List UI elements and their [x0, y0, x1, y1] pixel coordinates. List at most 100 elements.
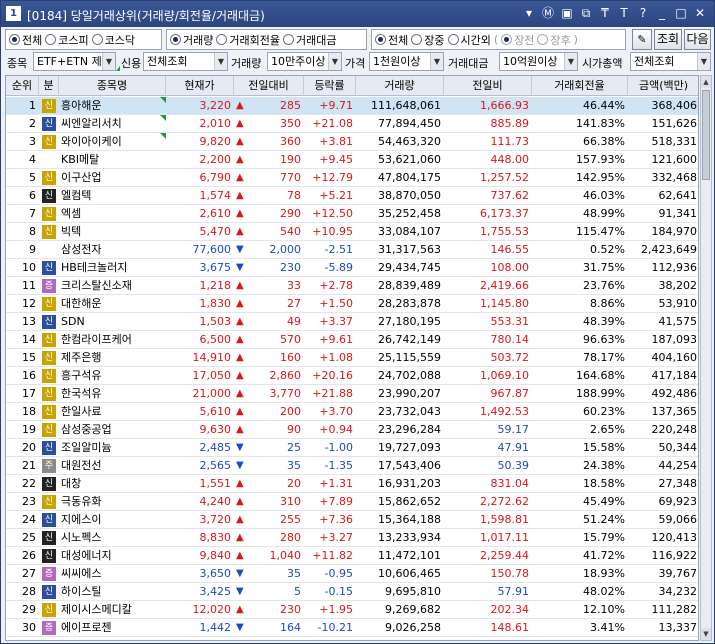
scroll-down-icon[interactable]: ▼: [701, 628, 711, 640]
chevron-down-icon[interactable]: ▼: [430, 53, 443, 70]
table-row[interactable]: 5 신 이구산업 6,790 ▲ 770 +12.79 47,804,175 1,257.52 1…: [6, 169, 698, 187]
cell-name[interactable]: 대성에너지: [61, 547, 166, 565]
radio-market-kosdaq[interactable]: 코스닥: [91, 32, 135, 48]
cap-select[interactable]: 전체조회 ▼: [630, 52, 711, 71]
table-row[interactable]: 6 신 엘컴텍 1,574 ▲ 78 +5.21 38,870,050 737.62 46.03%…: [6, 187, 698, 205]
table-row[interactable]: 23 신 극동유화 4,240 ▲ 310 +7.89 15,862,652 2,272.62 4…: [6, 493, 698, 511]
cell-name[interactable]: KBI메탈: [61, 151, 166, 169]
credit-select[interactable]: 전체조회 ▼: [143, 52, 228, 71]
header-rank[interactable]: 순위: [6, 76, 39, 96]
radio-circle[interactable]: [282, 34, 294, 45]
minimize-icon[interactable]: _: [654, 5, 670, 22]
table-row[interactable]: 28 신 하이스틸 3,425 ▼ 5 -0.15 9,695,810 57.91 48.02% 3…: [6, 583, 698, 601]
radio-sort-volume[interactable]: 거래량: [170, 32, 213, 48]
radio-session-afterhours[interactable]: 시간외: [447, 32, 491, 48]
header-volume[interactable]: 거래량: [356, 76, 444, 96]
cell-name[interactable]: 와이아이케이: [61, 133, 166, 151]
table-row[interactable]: 13 신 SDN 1,503 ▲ 49 +3.37 27,180,195 553.31 48.39…: [6, 313, 698, 331]
cell-name[interactable]: 제이시스메디칼: [61, 601, 166, 619]
cell-name[interactable]: 흥구석유: [61, 367, 166, 385]
cell-name[interactable]: 엑셈: [61, 205, 166, 223]
radio-sort-amount[interactable]: 거래대금: [282, 32, 336, 48]
m-icon[interactable]: Ⓜ: [540, 5, 556, 22]
amount-select[interactable]: 10억원이상 ▼: [499, 52, 578, 71]
scroll-thumb[interactable]: [702, 90, 710, 180]
cell-name[interactable]: 씨씨에스: [61, 565, 166, 583]
tile-icon[interactable]: ▣: [559, 5, 575, 22]
cell-name[interactable]: 엘컴텍: [61, 187, 166, 205]
radio-circle[interactable]: [447, 34, 459, 45]
help-icon[interactable]: ?: [635, 5, 651, 22]
cell-name[interactable]: 대창: [61, 475, 166, 493]
radio-circle[interactable]: [216, 34, 228, 45]
cell-name[interactable]: 삼성중공업: [61, 421, 166, 439]
header-type[interactable]: 분: [39, 76, 59, 96]
radio-sort-turnover[interactable]: 거래회전율: [216, 32, 280, 48]
cell-name[interactable]: 대한해운: [61, 295, 166, 313]
table-row[interactable]: 16 신 흥구석유 17,050 ▲ 2,860 +20.16 24,702,088 1,069…: [6, 367, 698, 385]
table-row[interactable]: 14 신 한컴라이프케어 6,500 ▲ 570 +9.61 26,742,149 780.14…: [6, 331, 698, 349]
cell-name[interactable]: 이구산업: [61, 169, 166, 187]
volume-select[interactable]: 10만주이상 ▼: [267, 52, 342, 71]
cell-name[interactable]: 크리스탈신소재: [61, 277, 166, 295]
chevron-down-icon[interactable]: ▼: [214, 53, 227, 70]
table-row[interactable]: 7 신 엑셈 2,610 ▲ 290 +12.50 35,252,458 6,173.37 48.…: [6, 205, 698, 223]
cell-name[interactable]: 한일사료: [61, 403, 166, 421]
scroll-up-icon[interactable]: ▲: [701, 76, 711, 88]
table-row[interactable]: 21 주 대원전선 2,565 ▼ 35 -1.35 17,543,406 50.39 24.38…: [6, 457, 698, 475]
cell-name[interactable]: 삼성전자: [61, 241, 166, 259]
close-icon[interactable]: ✕: [692, 5, 708, 22]
copy-icon[interactable]: ⧉: [578, 5, 594, 22]
cell-name[interactable]: 한컴라이프케어: [61, 331, 166, 349]
radio-circle[interactable]: [537, 34, 549, 45]
cell-name[interactable]: 흥아해운: [61, 97, 166, 115]
cell-name[interactable]: 극동유화: [61, 493, 166, 511]
query-button[interactable]: 조회: [654, 29, 682, 50]
header-name[interactable]: 종목명: [59, 76, 166, 96]
cell-name[interactable]: 빅텍: [61, 223, 166, 241]
next-button[interactable]: 다음: [684, 29, 711, 50]
cell-name[interactable]: 지에스이: [61, 511, 166, 529]
radio-market-all[interactable]: 전체: [9, 32, 42, 48]
chevron-down-icon[interactable]: ▼: [697, 53, 710, 70]
table-row[interactable]: 29 신 제이시스메디칼 12,020 ▲ 230 +1.95 9,269,682 202.34…: [6, 601, 698, 619]
table-row[interactable]: 11 증 크리스탈신소재 1,218 ▲ 33 +2.78 28,839,489 2,419.6…: [6, 277, 698, 295]
price-select[interactable]: 1천원이상 ▼: [369, 52, 444, 71]
chevron-down-icon[interactable]: ▼: [564, 53, 577, 70]
chevron-down-icon[interactable]: ▼: [102, 53, 115, 70]
table-row[interactable]: 12 신 대한해운 1,830 ▲ 27 +1.50 28,283,878 1,145.80 8.…: [6, 295, 698, 313]
header-diff[interactable]: 전일대비: [234, 76, 304, 96]
table-row[interactable]: 1 신 흥아해운 3,220 ▲ 285 +9.71 111,648,061 1,666.93 4…: [6, 97, 698, 115]
table-row[interactable]: 2 신 씨엔알리서치 2,010 ▲ 350 +21.08 77,894,450 885.89 1…: [6, 115, 698, 133]
radio-session-all[interactable]: 전체: [375, 32, 408, 48]
header-turnover[interactable]: 거래회전율: [532, 76, 628, 96]
radio-circle[interactable]: [170, 34, 181, 45]
cell-name[interactable]: HB테크놀러지: [61, 259, 166, 277]
cell-name[interactable]: 하이스틸: [61, 583, 166, 601]
vertical-scrollbar[interactable]: ▲ ▼: [700, 75, 712, 641]
cell-name[interactable]: 대원전선: [61, 457, 166, 475]
radio-session-intraday[interactable]: 장중: [411, 32, 445, 48]
radio-circle[interactable]: [91, 34, 103, 45]
table-row[interactable]: 9 삼성전자 77,600 ▼ 2,000 -2.51 31,317,563 146.55 0.…: [6, 241, 698, 259]
table-row[interactable]: 18 신 한일사료 5,610 ▲ 200 +3.70 23,732,043 1,492.53 6…: [6, 403, 698, 421]
chevron-down-icon[interactable]: ▾: [521, 5, 537, 22]
cell-name[interactable]: 제주은행: [61, 349, 166, 367]
cell-name[interactable]: 조일알미늄: [61, 439, 166, 457]
table-row[interactable]: 20 신 조일알미늄 2,485 ▼ 25 -1.00 19,727,093 47.91 15.5…: [6, 439, 698, 457]
radio-market-kospi[interactable]: 코스피: [45, 32, 89, 48]
header-rate[interactable]: 등락률: [304, 76, 356, 96]
table-row[interactable]: 3 신 와이아이케이 9,820 ▲ 360 +3.81 54,463,320 111.73 66…: [6, 133, 698, 151]
settings-button[interactable]: ✎: [632, 29, 652, 50]
table-row[interactable]: 15 신 제주은행 14,910 ▲ 160 +1.08 25,115,559 503.72 78…: [6, 349, 698, 367]
font-icon[interactable]: T: [616, 5, 632, 22]
cell-name[interactable]: 에이프로젠: [61, 619, 166, 637]
header-amount[interactable]: 금액(백만): [628, 76, 698, 96]
cell-name[interactable]: SDN: [61, 313, 166, 331]
table-row[interactable]: 30 증 에이프로젠 1,442 ▼ 164 -10.21 9,026,258 148.61 3.…: [6, 619, 698, 637]
chevron-down-icon[interactable]: ▼: [328, 53, 341, 70]
radio-circle[interactable]: [9, 34, 20, 45]
title-bar[interactable]: 1 [0184] 당일거래상위(거래량/회전율/거래대금) ▾ Ⓜ ▣ ⧉ ₸ …: [1, 1, 714, 27]
radio-circle[interactable]: [411, 34, 423, 45]
cell-name[interactable]: 시노펙스: [61, 529, 166, 547]
